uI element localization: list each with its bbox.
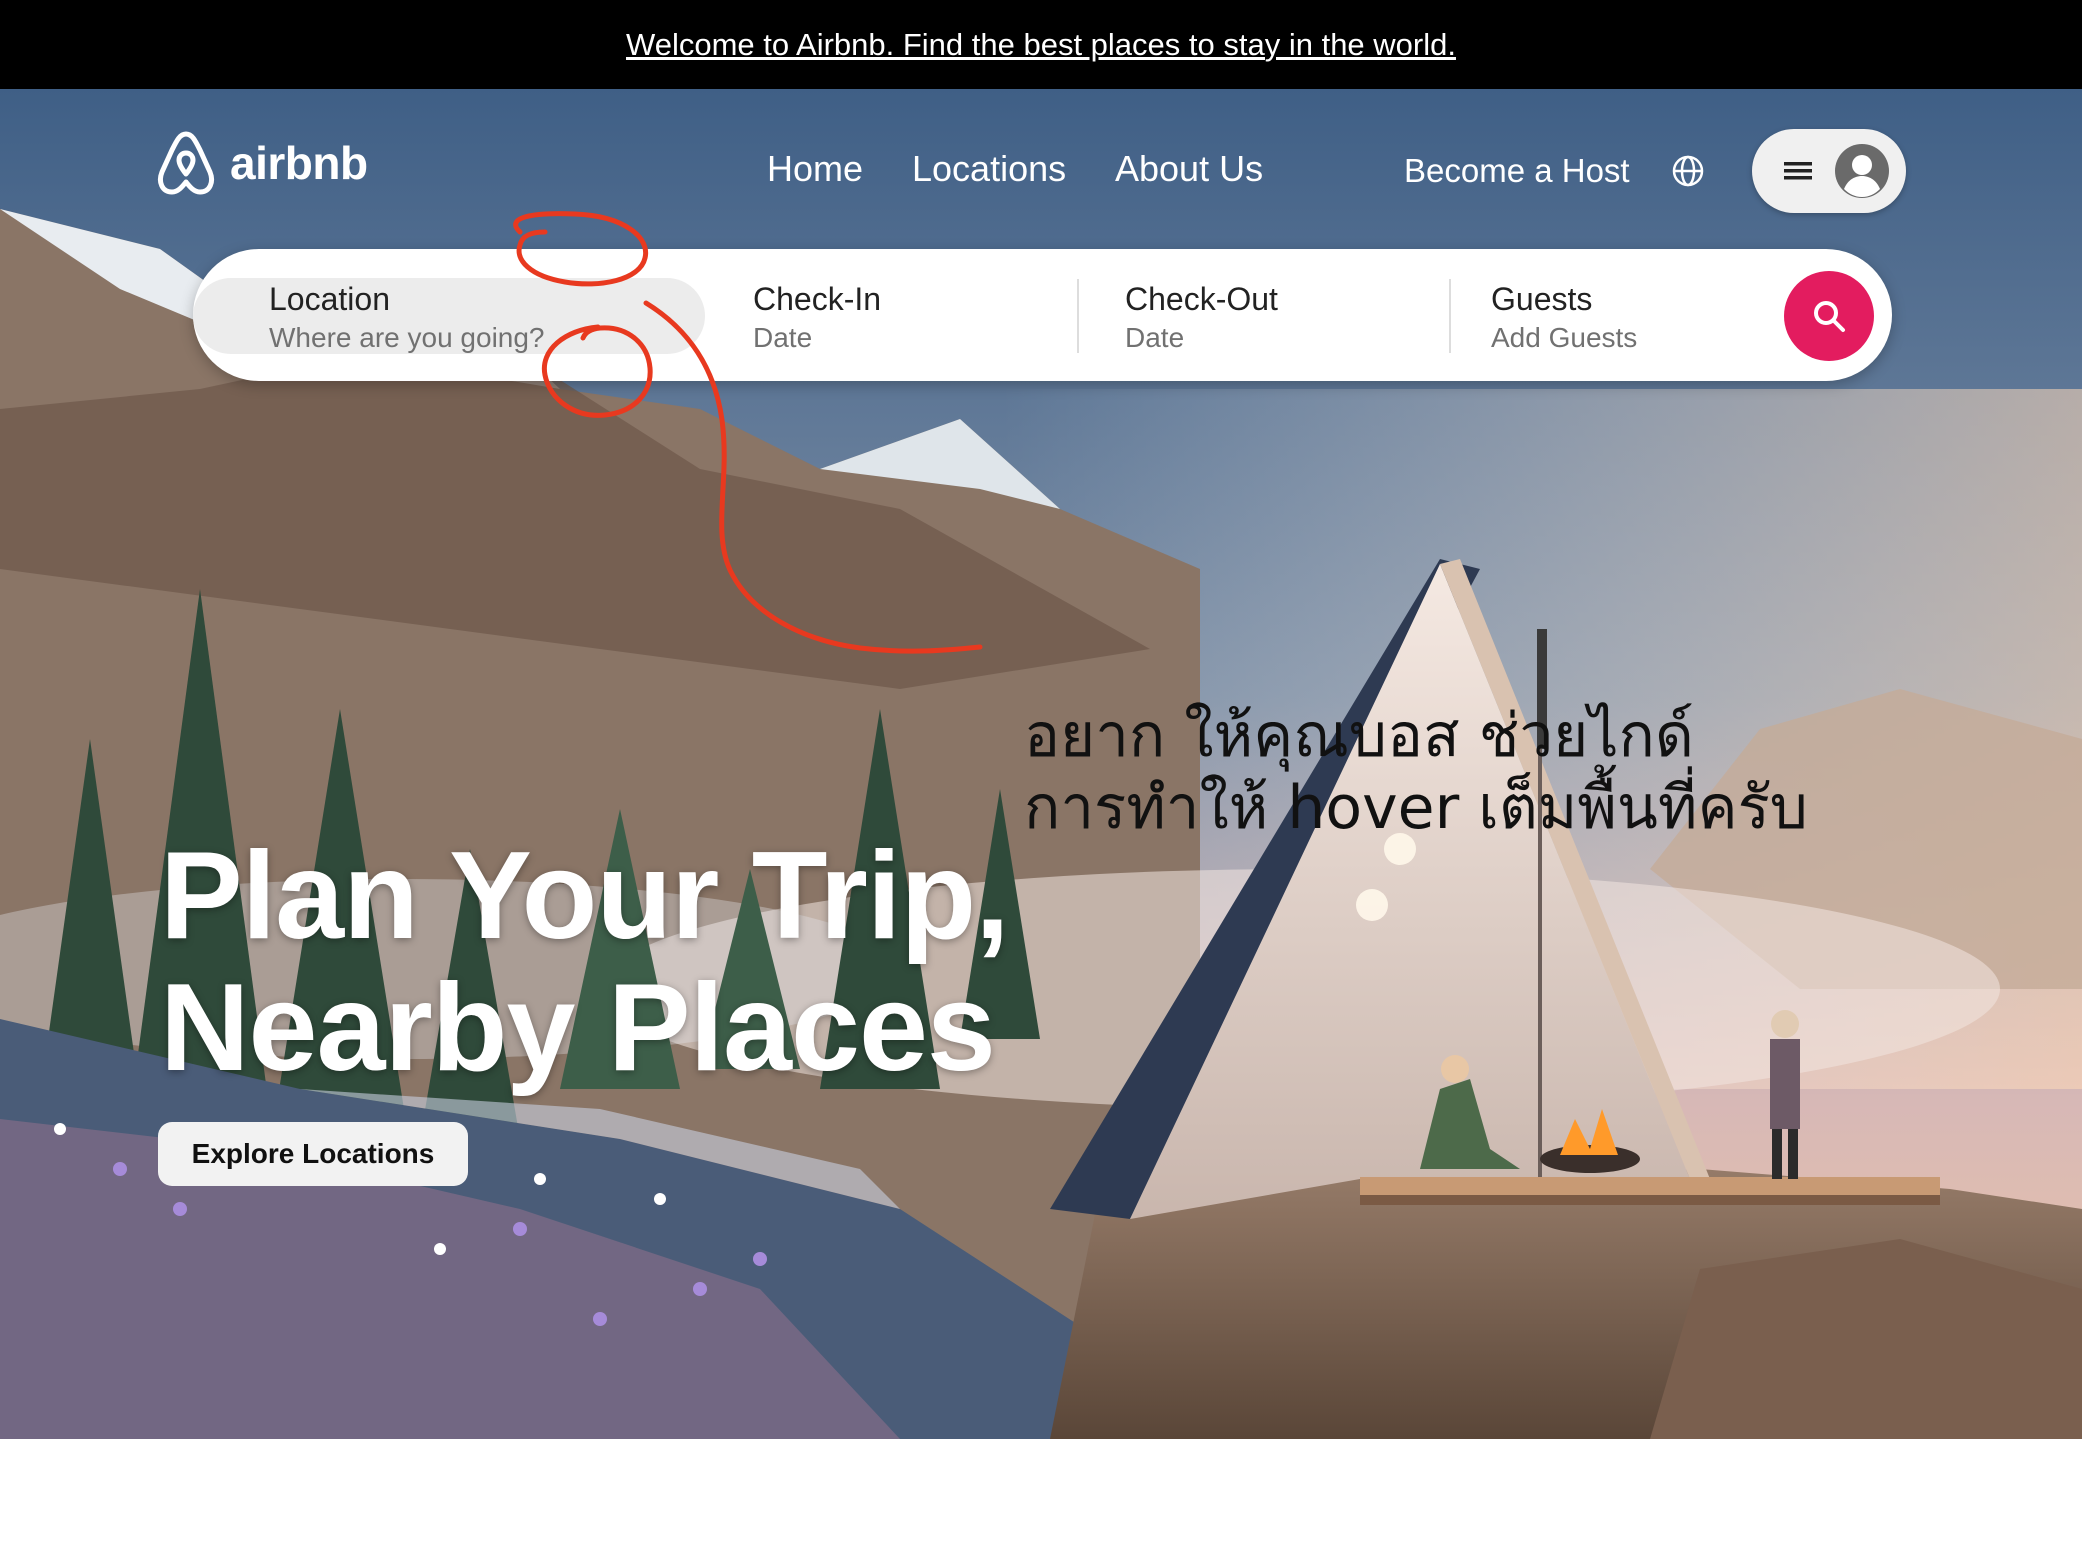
checkout-field[interactable]: Check-Out Date xyxy=(1105,269,1435,361)
annotation-line-1: อยาก ให้คุณบอส ช่วยไกด์ xyxy=(1024,701,1694,771)
search-icon xyxy=(1814,301,1845,332)
checkin-placeholder: Date xyxy=(753,322,813,353)
headline-line-2: Nearby Places xyxy=(160,959,996,1097)
nav-about-us[interactable]: About Us xyxy=(1115,148,1263,190)
announcement-bar: Welcome to Airbnb. Find the best places … xyxy=(0,0,2082,89)
checkin-label: Check-In xyxy=(753,281,882,317)
guests-field[interactable]: Guests Add Guests xyxy=(1469,269,1769,361)
hero-headline: Plan Your Trip, Nearby Places xyxy=(160,827,1010,1097)
nav-locations[interactable]: Locations xyxy=(912,148,1066,190)
explore-locations-button[interactable]: Explore Locations xyxy=(158,1122,468,1186)
menu-icon xyxy=(1782,157,1818,185)
become-host-link[interactable]: Become a Host xyxy=(1404,152,1630,190)
checkin-field[interactable]: Check-In Date xyxy=(733,269,1063,361)
guests-placeholder: Add Guests xyxy=(1491,322,1638,353)
profile-menu-button[interactable] xyxy=(1752,129,1906,213)
nav-home[interactable]: Home xyxy=(767,148,863,190)
avatar-icon xyxy=(1834,143,1890,199)
globe-icon[interactable] xyxy=(1671,154,1705,188)
annotation-note: อยาก ให้คุณบอส ช่วยไกด์ การทำให้ hover เ… xyxy=(1024,700,1844,844)
airbnb-logo[interactable]: airbnb xyxy=(156,130,368,196)
announcement-link[interactable]: Welcome to Airbnb. Find the best places … xyxy=(626,27,1456,63)
checkout-label: Check-Out xyxy=(1125,281,1278,317)
annotation-line-2: การทำให้ hover เต็มพื้นที่ครับ xyxy=(1024,773,1808,843)
location-field[interactable]: Location Where are you going? xyxy=(193,278,705,354)
location-label: Location xyxy=(269,281,390,317)
search-button[interactable] xyxy=(1784,271,1874,361)
search-divider xyxy=(1449,279,1451,353)
search-divider xyxy=(1077,279,1079,353)
location-placeholder: Where are you going? xyxy=(269,322,545,353)
headline-line-1: Plan Your Trip, xyxy=(160,827,1010,965)
airbnb-logo-icon xyxy=(157,131,215,195)
logo-wordmark: airbnb xyxy=(230,137,368,189)
search-bar: Location Where are you going? Check-In D… xyxy=(193,249,1892,381)
guests-label: Guests xyxy=(1491,281,1593,317)
checkout-placeholder: Date xyxy=(1125,322,1185,353)
